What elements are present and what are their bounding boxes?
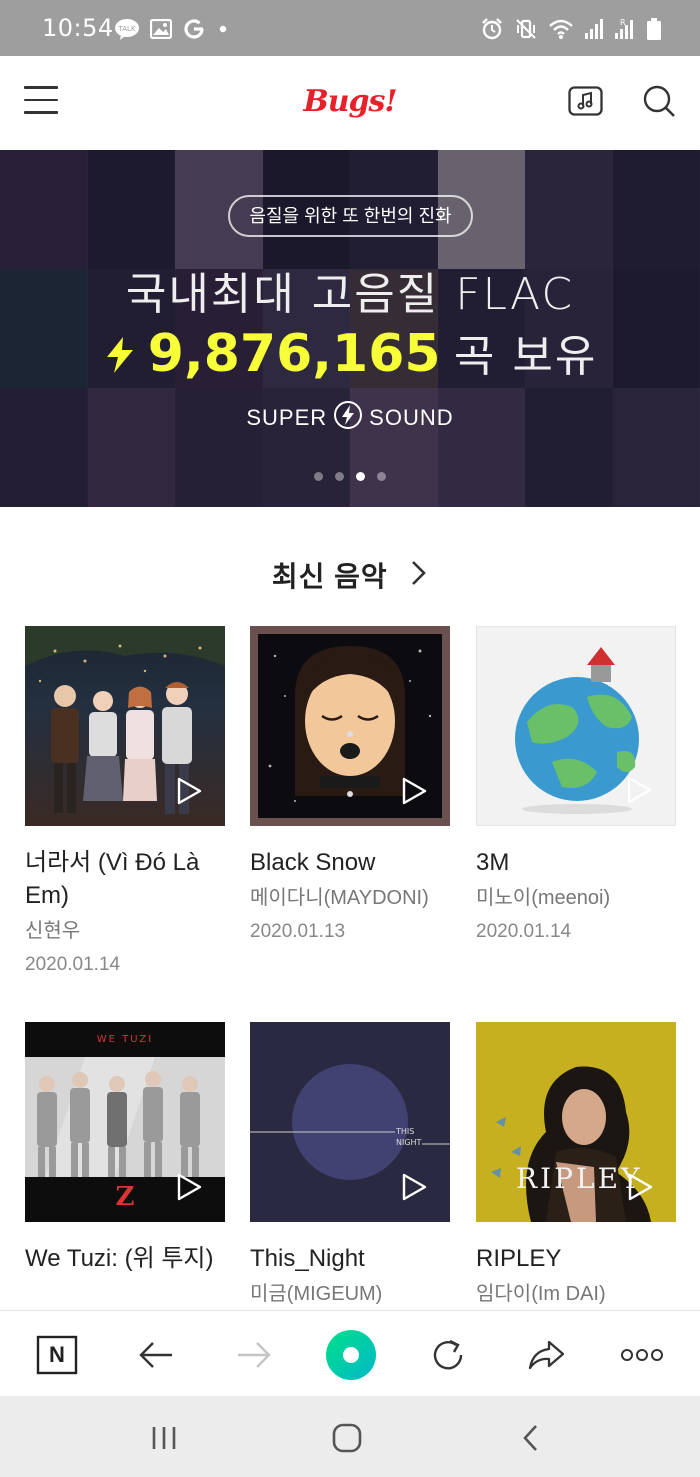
google-icon bbox=[182, 17, 206, 41]
battery-icon bbox=[646, 17, 662, 41]
play-icon[interactable] bbox=[400, 1172, 428, 1202]
album-title[interactable]: This_Night bbox=[250, 1242, 450, 1275]
banner-pagination bbox=[0, 472, 700, 481]
share-icon[interactable] bbox=[524, 1333, 568, 1377]
album-title[interactable]: Black Snow bbox=[250, 846, 450, 879]
album-card[interactable]: Black Snow 메이다니(MAYDONI) 2020.01.13 bbox=[250, 626, 450, 946]
album-title[interactable]: 3M bbox=[476, 846, 676, 879]
album-cover[interactable]: THIS NIGHT bbox=[250, 1022, 450, 1222]
cover-title-text: WE TUZI bbox=[96, 1034, 154, 1045]
recent-apps-icon[interactable] bbox=[144, 1418, 184, 1458]
album-date: 2020.01.14 bbox=[25, 954, 121, 975]
album-card[interactable]: 3M 미노이(meenoi) 2020.01.14 bbox=[476, 626, 676, 946]
vibrate-icon bbox=[514, 17, 538, 41]
album-cover[interactable]: WE TUZI Z bbox=[25, 1022, 225, 1222]
dot-icon bbox=[216, 22, 230, 36]
play-icon[interactable] bbox=[400, 776, 428, 806]
pagination-dot-active[interactable] bbox=[356, 472, 365, 481]
brand-sound-text: SOUND bbox=[369, 405, 454, 430]
play-icon[interactable] bbox=[626, 1172, 654, 1202]
signal-icon bbox=[584, 18, 604, 40]
banner-count-line: 9,876,165 곡 보유 bbox=[0, 320, 700, 384]
app-header: Bugs! bbox=[0, 56, 700, 150]
album-artist[interactable]: 신현우 bbox=[25, 917, 225, 945]
banner-pill-label: 음질을 위한 또 한번의 진화 bbox=[228, 195, 473, 237]
green-dot-icon[interactable] bbox=[325, 1329, 377, 1381]
home-icon[interactable] bbox=[327, 1418, 367, 1458]
bugs-logo[interactable]: Bugs! bbox=[300, 78, 400, 126]
search-icon[interactable] bbox=[642, 84, 676, 118]
banner-track-count: 9,876,165 bbox=[147, 324, 441, 384]
status-left-icons: TALK bbox=[114, 16, 230, 42]
pagination-dot[interactable] bbox=[335, 472, 344, 481]
latest-music-header[interactable]: 최신 음악 bbox=[0, 555, 700, 599]
album-card[interactable]: THIS NIGHT This_Night 미금(MIGEUM) bbox=[250, 1022, 450, 1308]
status-right-icons: R bbox=[480, 16, 662, 42]
album-cover[interactable] bbox=[250, 626, 450, 826]
brand-super-text: SUPER bbox=[246, 405, 328, 430]
cover-title-text: RIPLEY bbox=[516, 1162, 643, 1195]
album-cover[interactable] bbox=[476, 626, 676, 826]
album-title[interactable]: RIPLEY bbox=[476, 1242, 676, 1275]
more-icon[interactable] bbox=[620, 1333, 664, 1377]
kakaotalk-icon: TALK bbox=[114, 18, 140, 40]
cover-logo-text: Z bbox=[115, 1182, 135, 1212]
play-icon[interactable] bbox=[175, 1172, 203, 1202]
album-card[interactable]: WE TUZI Z We Tuzi: (위 투지) bbox=[25, 1022, 225, 1275]
signal-roaming-icon: R bbox=[614, 17, 636, 41]
album-artist[interactable]: 미금(MIGEUM) bbox=[250, 1280, 450, 1308]
alarm-icon bbox=[480, 17, 504, 41]
album-title[interactable]: 너라서 (Vì Đó Là Em) bbox=[25, 846, 225, 912]
album-card[interactable]: 너라서 (Vì Đó Là Em) 신현우 2020.01.14 bbox=[25, 626, 225, 979]
forward-arrow-icon[interactable] bbox=[232, 1333, 276, 1377]
status-bar: 10:54 TALK R bbox=[0, 0, 700, 56]
svg-text:TALK: TALK bbox=[117, 25, 135, 33]
album-cover[interactable] bbox=[25, 626, 225, 826]
album-date: 2020.01.14 bbox=[476, 921, 572, 942]
play-icon[interactable] bbox=[175, 776, 203, 806]
play-icon[interactable] bbox=[625, 775, 653, 805]
promo-banner[interactable]: 음질을 위한 또 한번의 진화 국내최대 고음질 FLAC 9,876,165 … bbox=[0, 150, 700, 507]
banner-headline: 국내최대 고음질 FLAC bbox=[125, 269, 575, 320]
android-navigation-bar bbox=[0, 1396, 700, 1477]
album-artist[interactable]: 메이다니(MAYDONI) bbox=[250, 884, 450, 912]
naver-home-icon[interactable]: N bbox=[35, 1333, 79, 1377]
back-arrow-icon[interactable] bbox=[134, 1333, 178, 1377]
music-note-icon[interactable] bbox=[568, 86, 603, 116]
browser-toolbar: N bbox=[0, 1310, 700, 1396]
refresh-icon[interactable] bbox=[426, 1333, 470, 1377]
banner-count-suffix: 곡 보유 bbox=[453, 331, 598, 382]
cover-title-text: THIS NIGHT bbox=[396, 1127, 422, 1147]
album-cover[interactable]: RIPLEY bbox=[476, 1022, 676, 1222]
pagination-dot[interactable] bbox=[314, 472, 323, 481]
back-icon[interactable] bbox=[510, 1418, 550, 1458]
super-sound-brand: SUPER SOUND bbox=[0, 400, 700, 436]
naver-label: N bbox=[49, 1342, 65, 1367]
pagination-dot[interactable] bbox=[377, 472, 386, 481]
hamburger-menu-icon[interactable] bbox=[24, 86, 58, 118]
section-title: 최신 음악 bbox=[271, 561, 388, 592]
album-date: 2020.01.13 bbox=[250, 921, 346, 942]
gallery-icon bbox=[150, 19, 172, 39]
album-title[interactable]: We Tuzi: (위 투지) bbox=[25, 1242, 225, 1275]
lightning-icon bbox=[103, 336, 148, 380]
status-time: 10:54 bbox=[42, 14, 114, 42]
album-artist[interactable]: 임다이(Im DAI) bbox=[476, 1280, 676, 1308]
super-sound-bolt-icon bbox=[333, 400, 363, 436]
chevron-right-icon[interactable] bbox=[410, 559, 428, 592]
album-artist[interactable]: 미노이(meenoi) bbox=[476, 884, 676, 912]
wifi-icon bbox=[548, 18, 574, 40]
album-card[interactable]: RIPLEY RIPLEY 임다이(Im DAI) bbox=[476, 1022, 676, 1308]
